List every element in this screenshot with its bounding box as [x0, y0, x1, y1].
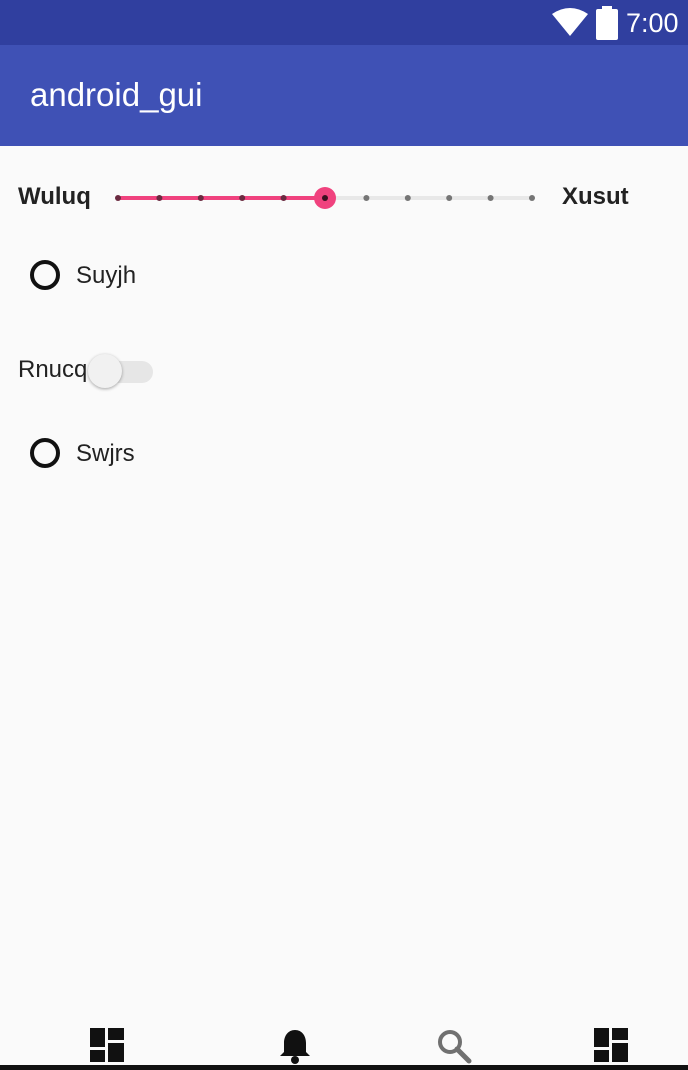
- radio-button-icon[interactable]: [30, 260, 60, 290]
- slider-tick: [529, 195, 535, 201]
- nav-item-search[interactable]: [436, 1028, 476, 1064]
- slider-tick: [404, 195, 411, 201]
- slider-tick: [156, 195, 163, 201]
- slider-tick: [487, 195, 494, 201]
- slider-thumb-dot: [322, 195, 328, 201]
- wifi-icon: [552, 8, 588, 36]
- switch-thumb[interactable]: [88, 354, 122, 388]
- slider-tick: [115, 195, 121, 201]
- switch-label: Rnucq: [18, 356, 88, 383]
- battery-icon: [596, 6, 618, 40]
- bottom-navigation: [0, 1020, 688, 1070]
- dashboard-icon: [594, 1028, 628, 1062]
- radio-button-icon[interactable]: [30, 438, 60, 468]
- radio-suyjh[interactable]: Suyjh: [28, 258, 168, 298]
- app-bar: android_gui: [0, 45, 688, 146]
- nav-item-dashboard[interactable]: [90, 1028, 130, 1062]
- radio-swjrs[interactable]: Swjrs: [28, 436, 168, 476]
- slider-max-label: Xusut: [562, 183, 629, 210]
- slider-tick: [446, 195, 453, 201]
- radio-label: Suyjh: [76, 262, 137, 289]
- nav-item-notifications[interactable]: [278, 1028, 318, 1064]
- status-time: 7:00: [626, 8, 679, 38]
- slider-tick: [197, 195, 204, 201]
- radio-label: Swjrs: [76, 440, 135, 467]
- slider-tick: [239, 195, 246, 201]
- dashboard-icon: [90, 1028, 124, 1062]
- slider-tick: [363, 195, 370, 201]
- search-icon: [438, 1030, 472, 1064]
- system-nav-bar: [0, 1065, 688, 1070]
- switch-rnucq[interactable]: Rnucq: [18, 350, 178, 390]
- bell-icon: [280, 1030, 310, 1064]
- discrete-slider-row: Wuluq Xusut: [0, 170, 688, 224]
- app-title: android_gui: [30, 76, 203, 113]
- slider-tick: [280, 195, 287, 201]
- slider-min-label: Wuluq: [18, 183, 91, 210]
- nav-item-dashboard-2[interactable]: [594, 1028, 634, 1062]
- status-bar: 7:00: [0, 0, 688, 45]
- discrete-slider[interactable]: [108, 180, 548, 216]
